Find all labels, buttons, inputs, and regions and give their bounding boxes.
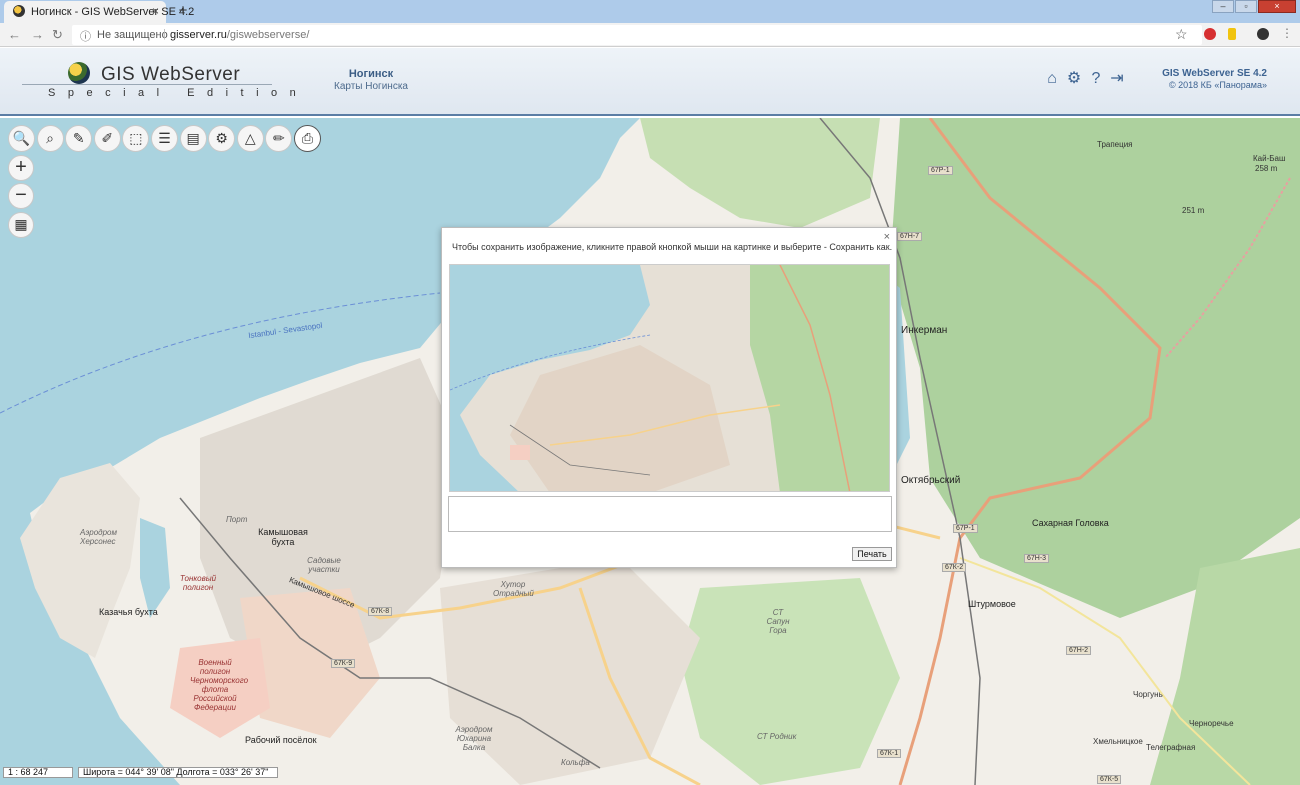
profile-extension-icon[interactable] [1257, 28, 1269, 40]
road-shield: 67Р-1 [928, 166, 953, 175]
logo-text: GIS WebServer [101, 64, 241, 85]
edit-icon[interactable]: ✏ [265, 125, 293, 152]
airfield-label: Аэродром Херсонес [80, 528, 117, 546]
security-label: Не защищено [97, 29, 168, 41]
clear-measure-icon[interactable]: ✐ [93, 125, 121, 152]
zoom-in-button[interactable]: + [8, 155, 34, 181]
print-icon[interactable]: ⎙ [293, 125, 321, 152]
road-shield: 67К-9 [331, 659, 356, 668]
road-shield: 67К-1 [877, 749, 902, 758]
road-shield: 67К-5 [1097, 775, 1122, 784]
print-comment-field[interactable] [448, 496, 892, 532]
address-bar[interactable]: ⓘ Не защищено | gisserver.ru/giswebserve… [72, 25, 1202, 45]
elevation-label: 258 m [1255, 164, 1278, 173]
window-controls: – ▫ × [1212, 0, 1296, 14]
airfield-label: Аэродром Юхарина Балка [455, 725, 493, 752]
road-shield: 67Н-2 [1066, 646, 1092, 655]
objects-icon[interactable]: △ [236, 125, 264, 152]
copyright: © 2018 КБ «Панорама» [1169, 80, 1267, 90]
product-name: GIS WebServer SE 4.2 [1162, 68, 1267, 79]
browser-tab-strip: Ногинск - GIS WebServer SE 4.2 × + – ▫ × [0, 0, 1300, 23]
map-toolbar: 🔍 ⌕ ✎ ✐ ⬚ ☰ ▤ ⚙ △ ✏ ⎙ [8, 125, 321, 152]
project-title: Ногинск [348, 68, 394, 80]
browser-toolbar: ← → ↻ ⓘ Не защищено | gisserver.ru/giswe… [0, 23, 1300, 47]
home-icon[interactable]: ⌂ [1043, 70, 1061, 88]
logo-icon [68, 62, 90, 84]
logo-subtitle: Special Edition [48, 87, 309, 99]
measure-icon[interactable]: ✎ [65, 125, 93, 152]
gear-icon[interactable]: ⚙ [1065, 70, 1083, 88]
town-label: Чоргунь [1133, 690, 1163, 699]
search-icon[interactable]: 🔍 [8, 125, 35, 152]
url-host: gisserver.ru [170, 29, 227, 41]
forward-icon[interactable]: → [31, 27, 44, 42]
favicon-icon [13, 5, 25, 17]
town-label: Черноречье [1189, 719, 1234, 728]
peak-label: Кай-Баш [1253, 154, 1286, 163]
info-icon[interactable]: ⓘ [80, 28, 91, 44]
map-icon[interactable]: ▦ [8, 212, 34, 238]
scale-readout: 1 : 68 247 [3, 767, 73, 778]
browser-tab[interactable]: Ногинск - GIS WebServer SE 4.2 × [4, 1, 194, 23]
clear-selection-icon[interactable]: ⬚ [122, 125, 150, 152]
place-label: Порт [226, 515, 248, 524]
coordinates-readout: Широта = 044° 39' 08" Долгота = 033° 26'… [78, 767, 278, 778]
pinterest-extension-icon[interactable] [1204, 28, 1216, 40]
town-label: Телеграфная [1146, 743, 1196, 752]
project-subtitle: Карты Ногинска [334, 81, 408, 92]
settings-icon[interactable]: ⚙ [208, 125, 236, 152]
new-tab-button[interactable]: + [172, 3, 194, 20]
print-preview-image[interactable] [449, 264, 890, 492]
road-shield: 67Н-3 [1024, 554, 1050, 563]
maximize-button[interactable]: ▫ [1235, 0, 1257, 13]
bay-label: Казачья бухта [99, 607, 158, 617]
yandex-extension-icon[interactable] [1228, 28, 1236, 40]
minimize-button[interactable]: – [1212, 0, 1234, 13]
reload-icon[interactable]: ↻ [52, 27, 63, 43]
print-dialog: × Чтобы сохранить изображение, кликните … [441, 227, 897, 568]
print-button[interactable]: Печать [852, 547, 892, 561]
town-label: Штурмовое [968, 599, 1016, 609]
area-label: Военный полигон Черноморского флота Росс… [190, 658, 249, 712]
divider: | [163, 28, 166, 40]
close-window-button[interactable]: × [1258, 0, 1296, 13]
place-label: СТ Сапун Гора [766, 608, 790, 635]
place-label: Трапеция [1097, 140, 1133, 149]
preview-map [450, 265, 889, 491]
town-label: Хмельницкое [1093, 737, 1143, 746]
elevation-label: 251 m [1182, 206, 1205, 215]
app-header: GIS WebServer Special Edition Ногинск Ка… [0, 48, 1300, 116]
tab-title: Ногинск - GIS WebServer SE 4.2 [31, 6, 195, 18]
dialog-message: Чтобы сохранить изображение, кликните пр… [452, 242, 892, 252]
town-label: Октябрьский [901, 475, 961, 486]
town-label: Инкерман [901, 325, 948, 336]
place-label: Кольфа [561, 758, 590, 767]
road-shield: 67Р-1 [953, 524, 978, 533]
area-label: Тонковый полигон [179, 574, 217, 592]
help-icon[interactable]: ? [1087, 70, 1105, 88]
road-shield: 67К-8 [368, 607, 393, 616]
bookmark-star-icon[interactable]: ☆ [1175, 26, 1188, 43]
place-label: Садовые участки [307, 556, 341, 574]
place-label: СТ Родник [757, 732, 797, 741]
place-label: Хутор Отрадный [493, 580, 534, 598]
road-shield: 67Н-7 [897, 232, 923, 241]
url-path: /giswebserverse/ [226, 29, 310, 41]
url-text[interactable]: gisserver.ru/giswebserverse/ [170, 29, 309, 41]
road-shield: 67К-2 [942, 563, 967, 572]
layers-icon[interactable]: ☰ [150, 125, 178, 152]
area-search-icon[interactable]: ⌕ [36, 125, 64, 152]
town-label: Рабочий посёлок [245, 735, 317, 745]
map-legend-icon[interactable]: ▤ [179, 125, 207, 152]
tab-close-icon[interactable]: × [152, 4, 159, 18]
zoom-out-button[interactable]: − [8, 183, 34, 209]
bay-label: Камышовая бухта [258, 527, 308, 547]
menu-icon[interactable]: ⋮ [1281, 26, 1293, 40]
back-icon[interactable]: ← [8, 27, 21, 42]
town-label: Сахарная Головка [1032, 518, 1109, 528]
logo-divider [22, 84, 272, 85]
